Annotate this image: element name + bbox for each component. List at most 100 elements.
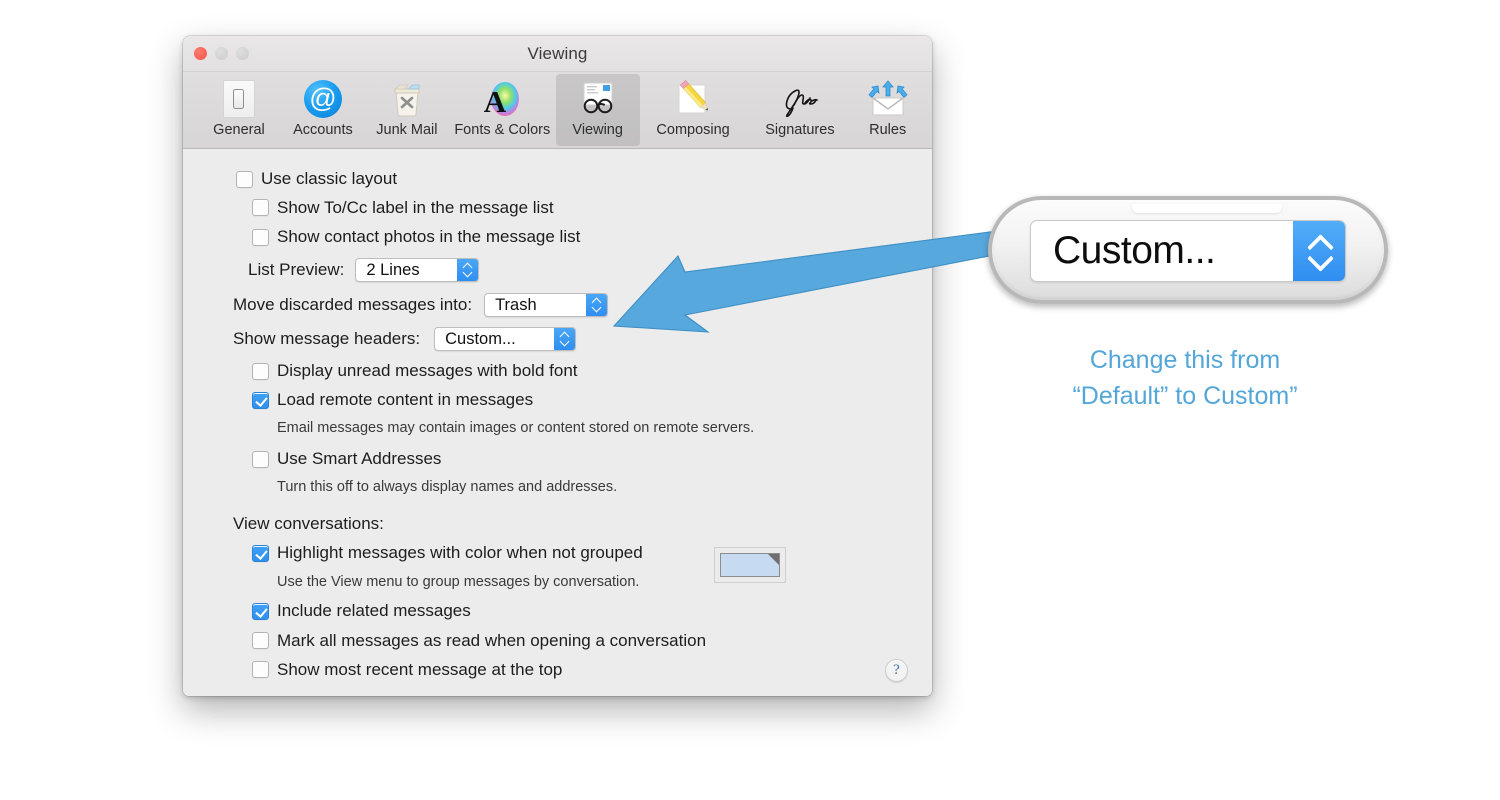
checkbox-show-contact-photos[interactable] [252,228,269,246]
note-use-smart-addresses: Turn this off to always display names an… [277,479,618,495]
eyeglasses-icon [576,77,620,121]
popup-list-preview[interactable]: 2 Lines [355,258,480,282]
envelope-arrows-icon [866,77,910,121]
popup-value-show-message-headers: Custom... [445,329,516,348]
magnified-popup-show-message-headers[interactable]: Custom... [1030,220,1346,282]
checkbox-highlight-messages[interactable] [252,544,269,562]
caption-line-1: Change this from [1089,346,1281,374]
chevron-down-icon [560,340,569,345]
chevron-down-icon [1306,254,1332,267]
row-move-discarded: Move discarded messages into: Trash [233,288,932,322]
row-use-smart-addresses-note: Turn this off to always display names an… [277,474,932,500]
toolbar-label-composing: Composing [656,122,730,138]
row-include-related: Include related messages [252,596,932,626]
popup-value-move-discarded: Trash [495,295,537,314]
trash-can-icon [385,77,429,121]
row-display-unread-bold: Display unread messages with bold font [252,356,932,386]
color-wheel-a-icon: A [480,77,524,121]
stepper-list-preview[interactable] [457,259,479,281]
toolbar-label-rules: Rules [869,122,907,138]
popup-show-message-headers[interactable]: Custom... [434,327,577,351]
row-mark-all-read: Mark all messages as read when opening a… [252,626,932,655]
viewing-preferences-pane: Use classic layout Show To/Cc label in t… [183,149,932,696]
checkbox-show-most-recent[interactable] [252,661,269,678]
close-button[interactable] [194,47,207,60]
label-include-related: Include related messages [277,601,471,620]
label-move-discarded: Move discarded messages into: [233,295,473,314]
checkbox-show-tocc[interactable] [252,199,269,216]
toolbar-label-viewing: Viewing [572,122,623,138]
magnified-stepper[interactable] [1293,221,1345,281]
label-show-most-recent: Show most recent message at the top [277,659,563,679]
magnified-popup-value: Custom... [1053,229,1216,272]
zoom-button[interactable] [236,47,249,60]
help-button[interactable]: ? [885,659,908,682]
row-show-most-recent: Show most recent message at the top [252,655,932,684]
checkbox-use-classic-layout[interactable] [236,170,253,188]
stepper-move-discarded[interactable] [586,294,608,316]
popup-value-list-preview: 2 Lines [366,260,420,279]
swatch-color-fill [720,553,780,577]
window-titlebar: Viewing [183,36,932,72]
chevron-down-icon [592,306,601,311]
minimize-button[interactable] [215,47,228,60]
mail-preferences-window: Viewing General @ Accounts Junk Mail A F… [183,36,932,696]
at-sign-icon: @ [301,77,345,121]
row-load-remote-note: Email messages may contain images or con… [277,414,932,442]
signature-icon [778,77,822,121]
label-display-unread-bold: Display unread messages with bold font [277,361,578,380]
toolbar-item-rules[interactable]: Rules [853,74,922,146]
label-use-smart-addresses: Use Smart Addresses [277,449,442,468]
checkbox-display-unread-bold[interactable] [252,362,269,380]
row-highlight-messages-note: Use the View menu to group messages by c… [277,568,932,596]
label-use-classic-layout: Use classic layout [261,169,398,188]
toolbar-item-accounts[interactable]: @ Accounts [281,74,365,146]
row-use-smart-addresses: Use Smart Addresses [252,444,932,474]
checkbox-load-remote-content[interactable] [252,391,269,409]
toolbar-item-general[interactable]: General [197,74,281,146]
toolbar-item-fonts-colors[interactable]: A Fonts & Colors [449,74,556,146]
label-mark-all-read: Mark all messages as read when opening a… [277,630,707,650]
toolbar-label-junk-mail: Junk Mail [376,122,438,138]
label-show-contact-photos: Show contact photos in the message list [277,227,581,246]
row-list-preview: List Preview: 2 Lines [248,252,932,288]
toolbar-label-fonts-colors: Fonts & Colors [454,122,551,138]
stepper-show-message-headers[interactable] [554,328,576,350]
toolbar-item-junk-mail[interactable]: Junk Mail [365,74,449,146]
preferences-toolbar: General @ Accounts Junk Mail A Fonts & C… [183,72,932,149]
caption-line-2: “Default” to Custom” [1072,382,1298,410]
magnified-callout: Custom... [988,196,1388,304]
toolbar-item-viewing[interactable]: Viewing [555,74,640,146]
label-list-preview: List Preview: [248,260,345,279]
toolbar-label-accounts: Accounts [293,122,353,138]
toolbar-item-composing[interactable]: Composing [640,74,747,146]
label-show-tocc: Show To/Cc label in the message list [277,197,554,217]
chevron-down-icon [463,271,472,276]
row-show-contact-photos: Show contact photos in the message list [252,222,932,252]
label-show-message-headers: Show message headers: [233,329,421,348]
callout-caption: Change this from “Default” to Custom” [1010,342,1360,414]
note-highlight-messages: Use the View menu to group messages by c… [277,574,640,590]
toolbar-item-signatures[interactable]: Signatures [747,74,854,146]
row-view-conversations-header: View conversations: [233,500,932,538]
popup-move-discarded[interactable]: Trash [484,293,609,317]
toolbar-label-general: General [213,122,265,138]
note-load-remote-content: Email messages may contain images or con… [277,420,755,436]
window-title: Viewing [527,44,588,63]
phone-icon [217,77,261,121]
row-highlight-messages: Highlight messages with color when not g… [252,538,932,568]
label-highlight-messages: Highlight messages with color when not g… [277,543,643,562]
svg-text:A: A [484,84,507,119]
highlight-color-swatch[interactable] [714,547,786,583]
row-show-message-headers: Show message headers: Custom... [233,322,932,356]
checkbox-use-smart-addresses[interactable] [252,450,269,468]
checkbox-include-related[interactable] [252,602,269,620]
row-use-classic-layout: Use classic layout [236,165,932,193]
pencil-paper-icon [671,77,715,121]
row-show-tocc: Show To/Cc label in the message list [252,193,932,222]
traffic-lights-group [194,47,249,60]
label-load-remote-content: Load remote content in messages [277,390,534,409]
toolbar-label-signatures: Signatures [765,122,835,138]
label-view-conversations: View conversations: [233,514,384,533]
checkbox-mark-all-read[interactable] [252,632,269,649]
